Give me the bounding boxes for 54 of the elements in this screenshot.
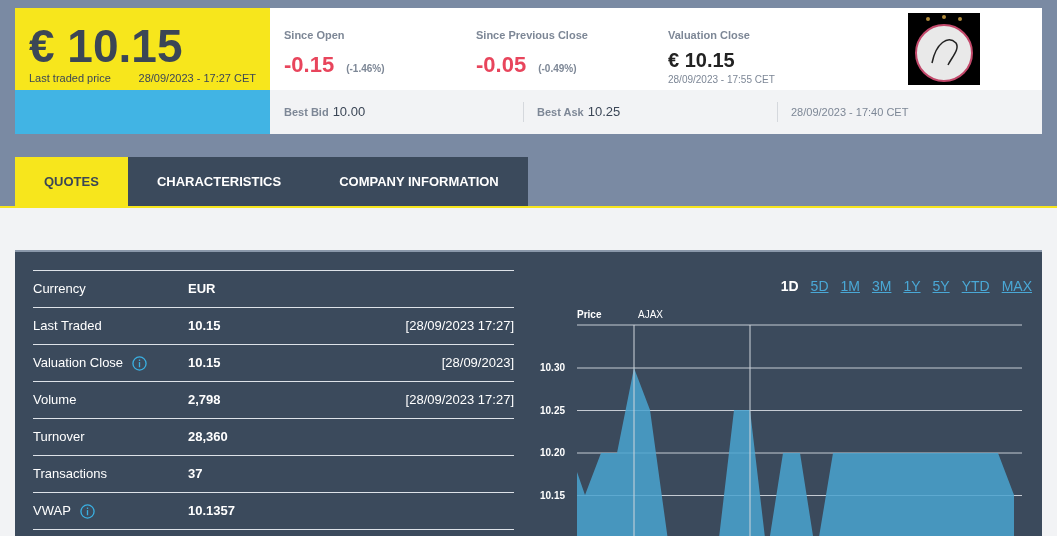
ask-label: Best Ask — [537, 105, 584, 121]
quote-value: 10.15 — [188, 317, 221, 336]
stat-label: Since Open — [284, 28, 346, 43]
period-link[interactable]: 1M — [840, 276, 860, 297]
change-value: -0.05 — [476, 50, 527, 79]
quote-time: [28/09/2023] — [441, 354, 514, 373]
last-price: € 10.15 — [29, 24, 184, 68]
change-value: -0.15 — [284, 50, 335, 79]
axis-tick-label: 10.30 — [540, 362, 566, 374]
quote-label: Transactions — [33, 465, 107, 484]
quote-value: 10.15 — [188, 354, 221, 373]
period-link[interactable]: 3M — [871, 276, 892, 297]
change-percent: (-0.49%) — [538, 61, 577, 76]
quote-label: Currency — [33, 280, 86, 299]
period-link[interactable]: 1D — [780, 276, 799, 297]
info-icon[interactable] — [79, 503, 95, 519]
axis-tick-label: 10.25 — [540, 404, 566, 417]
price-label: Last traded price — [29, 71, 111, 86]
ask-value: 10.25 — [587, 103, 621, 122]
change-percent: (-1.46%) — [346, 61, 385, 76]
period-link[interactable]: 5Y — [932, 276, 950, 297]
quote-time: [28/09/2023 17:27] — [405, 391, 514, 410]
bid-label: Best Bid — [284, 105, 329, 121]
tab[interactable]: CHARACTERISTICS — [127, 157, 311, 206]
quote-value: 37 — [188, 465, 203, 484]
quote-value: 28,360 — [188, 428, 228, 447]
quote-time: 28/09/2023 - 17:40 CET — [790, 104, 909, 120]
quote-label: VWAP — [33, 502, 71, 521]
stat-label: Since Previous Close — [476, 28, 589, 43]
quote-label: Valuation Close — [33, 354, 124, 373]
club-logo — [908, 13, 980, 85]
axis-tick-label: 10.20 — [540, 447, 566, 459]
quote-value: EUR — [188, 280, 216, 299]
quote-value: 10.1357 — [188, 502, 235, 521]
period-link[interactable]: 5D — [810, 276, 829, 297]
bid-value: 10.00 — [332, 103, 366, 122]
info-icon[interactable] — [132, 355, 148, 371]
quote-label: Volume — [33, 391, 77, 410]
axis-tick-label: 10.15 — [540, 489, 566, 502]
period-link[interactable]: YTD — [961, 276, 990, 297]
quote-time: [28/09/2023 17:27] — [405, 317, 514, 336]
valuation-value: € 10.15 — [668, 47, 736, 72]
quote-label: Last Traded — [33, 317, 102, 336]
price-time: 28/09/2023 - 17:27 CET — [138, 71, 256, 86]
axis-title: Price — [577, 308, 602, 322]
quote-label: Turnover — [33, 428, 85, 447]
series-label: AJAX — [638, 308, 663, 322]
period-link[interactable]: MAX — [1001, 276, 1032, 297]
quote-value: 2,798 — [188, 391, 221, 410]
tab[interactable]: COMPANY INFORMATION — [310, 157, 528, 206]
stat-label: Valuation Close — [668, 28, 751, 43]
period-link[interactable]: 1Y — [903, 276, 921, 297]
tab[interactable]: QUOTES — [15, 157, 128, 206]
valuation-time: 28/09/2023 - 17:55 CET — [668, 72, 776, 87]
